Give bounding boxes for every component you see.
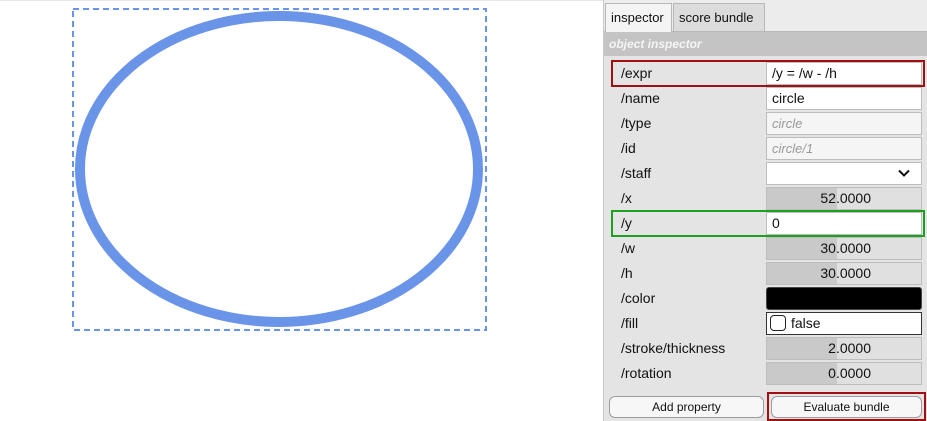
property-row-x: /x 52.0000 — [611, 186, 925, 211]
property-label-x: /x — [621, 190, 632, 206]
fill-checkbox[interactable] — [770, 315, 786, 331]
h-number-field[interactable]: 30.0000 — [766, 262, 922, 285]
property-row-w: /w 30.0000 — [611, 236, 925, 261]
property-label-type: /type — [621, 115, 652, 131]
property-label-h: /h — [621, 265, 633, 281]
property-label-staff: /staff — [621, 165, 652, 181]
property-label-rotation: /rotation — [621, 365, 672, 381]
section-title: object inspector — [604, 32, 927, 56]
canvas-drawing — [72, 8, 487, 331]
fill-checkbox-field[interactable]: false — [766, 312, 922, 335]
h-value: 30.0000 — [820, 265, 871, 281]
inspector-panel: inspector score bundle object inspector … — [603, 0, 927, 421]
tab-bar: inspector score bundle — [604, 0, 927, 32]
circle-shape[interactable] — [75, 11, 483, 327]
id-field: circle/1 — [766, 137, 922, 160]
stroke-thickness-value: 2.0000 — [828, 340, 871, 356]
add-property-button[interactable]: Add property — [609, 396, 764, 418]
property-label-color: /color — [621, 290, 656, 306]
chevron-down-icon — [898, 169, 910, 177]
property-row-type: /type circle — [611, 111, 925, 136]
name-field[interactable]: circle — [766, 87, 922, 110]
w-number-field[interactable]: 30.0000 — [766, 237, 922, 260]
rotation-number-field[interactable]: 0.0000 — [766, 362, 922, 385]
evaluate-bundle-button[interactable]: Evaluate bundle — [771, 396, 922, 418]
property-row-id: /id circle/1 — [611, 136, 925, 161]
property-row-h: /h 30.0000 — [611, 261, 925, 286]
inspector-body: object inspector /expr /y = /w - /h /nam… — [604, 31, 927, 421]
property-row-fill: /fill false — [611, 311, 925, 336]
fill-checkbox-label: false — [791, 315, 821, 331]
stroke-thickness-number-field[interactable]: 2.0000 — [766, 337, 922, 360]
w-value: 30.0000 — [820, 240, 871, 256]
property-label-fill: /fill — [621, 315, 639, 331]
expr-highlight — [611, 60, 925, 87]
property-label-w: /w — [621, 240, 635, 256]
property-row-staff: /staff — [611, 161, 925, 186]
property-label-name: /name — [621, 90, 660, 106]
type-field: circle — [766, 112, 922, 135]
x-number-field[interactable]: 52.0000 — [766, 187, 922, 210]
property-row-color: /color — [611, 286, 925, 311]
tab-score-bundle[interactable]: score bundle — [673, 3, 765, 31]
property-label-id: /id — [621, 140, 636, 156]
property-row-name: /name circle — [611, 86, 925, 111]
property-row-rotation: /rotation 0.0000 — [611, 361, 925, 386]
score-canvas[interactable] — [0, 0, 603, 421]
staff-select[interactable] — [766, 162, 922, 185]
y-highlight — [611, 210, 925, 237]
color-swatch[interactable] — [766, 287, 922, 310]
rotation-value: 0.0000 — [828, 365, 871, 381]
property-row-stroke-thickness: /stroke/thickness 2.0000 — [611, 336, 925, 361]
x-value: 52.0000 — [820, 190, 871, 206]
tab-inspector[interactable]: inspector — [605, 3, 672, 32]
stroke-thickness-slider-fill — [767, 338, 837, 359]
property-label-stroke-thickness: /stroke/thickness — [621, 340, 726, 356]
rotation-slider-fill — [767, 363, 837, 384]
